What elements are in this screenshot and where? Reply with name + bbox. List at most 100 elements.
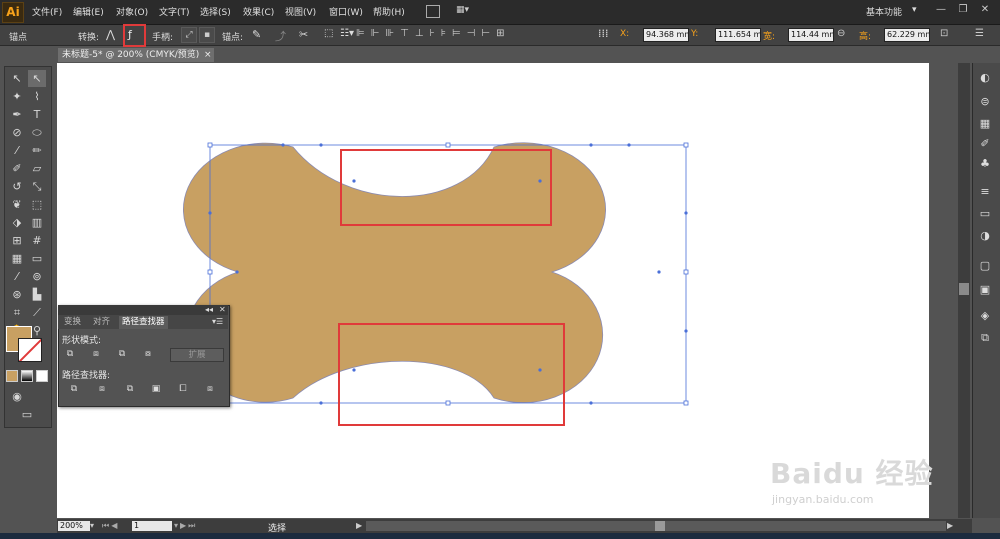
artboard-tool-icon[interactable]: ⌗	[8, 304, 26, 321]
color-guide-icon[interactable]: ⊜	[976, 94, 994, 110]
graphic-styles-icon[interactable]: ▣	[976, 282, 994, 298]
layers-icon[interactable]: ◈	[976, 308, 994, 324]
x-field[interactable]: 94.368 mm	[643, 28, 689, 42]
symbols-icon[interactable]: ♣	[976, 156, 994, 172]
menu-type[interactable]: 文字(T)	[159, 5, 190, 18]
horizontal-scroll-thumb[interactable]	[655, 521, 665, 531]
none-mode-icon[interactable]	[36, 370, 48, 382]
stroke-swatch[interactable]	[18, 338, 42, 362]
minus-back-icon[interactable]: ⧈	[204, 384, 216, 395]
eraser-icon[interactable]: ▱	[28, 160, 46, 177]
menu-help[interactable]: 帮助(H)	[373, 5, 405, 18]
artwork[interactable]	[57, 63, 929, 518]
lasso-icon[interactable]: ⌇	[28, 88, 46, 105]
menu-object[interactable]: 对象(O)	[116, 5, 148, 18]
graph-tool-icon[interactable]: ▙	[28, 286, 46, 303]
artboard-prev-icons[interactable]: ⏮◀	[102, 521, 119, 531]
remove-anchor-icon[interactable]: ✎	[252, 28, 261, 41]
gradient-swatch-icon[interactable]: ▭	[28, 250, 46, 267]
status-menu-icon[interactable]: ▶	[356, 521, 362, 530]
connect-anchor-icon[interactable]: ⤴	[275, 28, 286, 44]
reference-point-icon[interactable]: ⁞⁞⁞	[598, 27, 609, 40]
artboard-number-field[interactable]: 1	[132, 521, 172, 531]
align-buttons[interactable]: ⊫⊩⊪⊤⊥⊦⊧⊨⊣⊢⊞	[356, 28, 510, 39]
gradient-tool-icon[interactable]: ▦	[8, 250, 26, 267]
panel-close-icon[interactable]: ✕	[219, 305, 226, 315]
slice-tool-icon[interactable]: ⟋	[28, 304, 46, 321]
warp-tool-icon[interactable]: ❦	[8, 196, 26, 213]
show-handles-icon[interactable]: ⤢	[181, 27, 197, 43]
color-panel-icon[interactable]: ◐	[976, 70, 994, 86]
panel-collapse-icon[interactable]: ◂◂	[205, 305, 213, 315]
menu-window[interactable]: 窗口(W)	[329, 5, 363, 18]
menu-file[interactable]: 文件(F)	[32, 5, 62, 18]
symbol-sprayer-icon[interactable]: ⊛	[8, 286, 26, 303]
outline-icon[interactable]: ⧠	[177, 384, 189, 395]
unite-icon[interactable]: ⧉	[64, 349, 76, 360]
hide-handles-icon[interactable]: ▪	[199, 27, 215, 43]
workspace-chevron-icon[interactable]: ▾	[912, 5, 917, 15]
tab-transform[interactable]: 变换	[64, 316, 81, 329]
merge-icon[interactable]: ⧉	[124, 384, 136, 395]
close-icon[interactable]: ✕	[974, 4, 996, 15]
stroke-panel-icon[interactable]: ≡	[976, 184, 994, 200]
brushes-icon[interactable]: ✐	[976, 136, 994, 152]
expand-button[interactable]: 扩展	[170, 348, 224, 362]
bridge-icon[interactable]	[426, 5, 440, 18]
height-field[interactable]: 62.229 mm	[884, 28, 930, 42]
selection-tool-icon[interactable]: ↖	[8, 70, 26, 87]
gradient-mode-icon[interactable]	[21, 370, 33, 382]
type-tool-icon[interactable]: T	[28, 106, 46, 123]
gradient-panel-icon[interactable]: ▭	[976, 206, 994, 222]
width-field[interactable]: 114.44 mm	[788, 28, 834, 42]
y-field[interactable]: 111.654 mm	[715, 28, 761, 42]
divide-icon[interactable]: ⧉	[68, 384, 80, 395]
appearance-icon[interactable]: ▢	[976, 258, 994, 274]
draw-mode-icon[interactable]: ◉	[8, 388, 26, 405]
direct-selection-tool-icon[interactable]: ↖	[28, 70, 46, 87]
panel-header[interactable]	[58, 305, 228, 315]
workspace-switcher[interactable]: 基本功能	[866, 5, 902, 18]
menu-select[interactable]: 选择(S)	[200, 5, 231, 18]
exclude-icon[interactable]: ⧇	[142, 349, 154, 360]
control-menu-icon[interactable]: ☰	[975, 28, 984, 39]
arrange-documents-icon[interactable]: ▦▾	[456, 5, 469, 15]
screen-mode-icon[interactable]: ▭	[18, 406, 36, 423]
tab-close-icon[interactable]: ×	[204, 48, 212, 62]
pencil-icon[interactable]: ✏	[28, 142, 46, 159]
convert-to-smooth-icon[interactable]: ƒ	[128, 28, 132, 41]
live-paint-icon[interactable]: ▥	[28, 214, 46, 231]
paintbrush-icon[interactable]: ⁄	[8, 142, 26, 159]
artboard-next-icons[interactable]: ▾▶⏭	[174, 521, 197, 531]
mesh-tool-icon[interactable]: #	[28, 232, 46, 249]
shape-builder-icon[interactable]: ⬗	[8, 214, 26, 231]
magic-wand-icon[interactable]: ✦	[8, 88, 26, 105]
free-transform-icon[interactable]: ⬚	[28, 196, 46, 213]
blob-brush-icon[interactable]: ✐	[8, 160, 26, 177]
align-menu-icon[interactable]: ☷▾	[340, 28, 354, 39]
color-mode-icon[interactable]	[6, 370, 18, 382]
scale-tool-icon[interactable]: ⤡	[28, 178, 46, 195]
eyedropper-icon[interactable]: ⁄	[8, 268, 26, 285]
transform-icon[interactable]: ⊡	[940, 28, 948, 39]
perspective-icon[interactable]: ⊞	[8, 232, 26, 249]
restore-icon[interactable]: ❐	[952, 4, 974, 15]
menu-view[interactable]: 视图(V)	[285, 5, 316, 18]
rotate-tool-icon[interactable]: ↺	[8, 178, 26, 195]
line-tool-icon[interactable]: ⊘	[8, 124, 26, 141]
intersect-icon[interactable]: ⧉	[116, 349, 128, 360]
menu-effect[interactable]: 效果(C)	[243, 5, 274, 18]
bone-shape[interactable]	[183, 142, 606, 404]
tab-pathfinder[interactable]: 路径查找器	[119, 316, 168, 329]
crop-icon[interactable]: ▣	[150, 384, 162, 395]
isolate-icon[interactable]: ⬚	[324, 28, 333, 39]
cut-path-icon[interactable]: ✂	[299, 28, 308, 41]
vertical-scroll-thumb[interactable]	[959, 283, 969, 295]
menu-edit[interactable]: 编辑(E)	[73, 5, 104, 18]
constrain-link-icon[interactable]: ⊖	[837, 28, 845, 39]
blend-tool-icon[interactable]: ⊚	[28, 268, 46, 285]
minus-front-icon[interactable]: ⧈	[90, 349, 102, 360]
zoom-dropdown-icon[interactable]: ▾	[90, 521, 94, 530]
panel-menu-icon[interactable]: ▾☰	[212, 317, 223, 326]
transparency-icon[interactable]: ◑	[976, 228, 994, 244]
